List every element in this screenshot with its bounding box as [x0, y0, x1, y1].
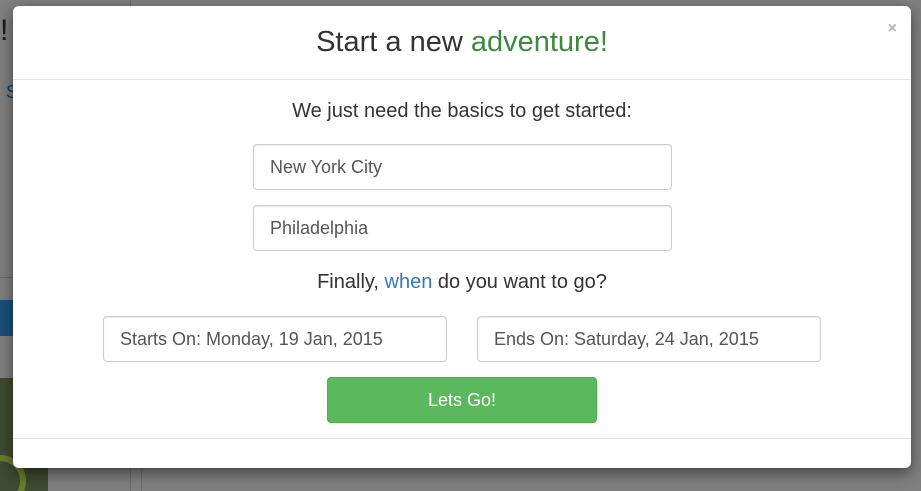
when-prompt-suffix: do you want to go?: [432, 271, 607, 293]
end-date-input[interactable]: [477, 316, 821, 362]
when-prompt-accent: when: [384, 271, 433, 293]
modal-subtitle: We just need the basics to get started:: [292, 100, 632, 122]
modal-title: Start a new adventure!: [13, 26, 911, 59]
destination-city-input[interactable]: [253, 205, 672, 251]
modal-title-accent: adventure!: [470, 26, 608, 58]
background-heading-fragment: !: [0, 14, 9, 47]
modal-title-prefix: Start a new: [316, 26, 471, 58]
origin-city-input[interactable]: [253, 144, 672, 190]
when-prompt: Finally, when do you want to go?: [13, 271, 911, 294]
new-adventure-modal: Start a new adventure! × We just need th…: [13, 6, 911, 468]
lets-go-button[interactable]: Lets Go!: [327, 377, 597, 423]
background-blue-bar: [0, 300, 14, 336]
modal-header: Start a new adventure! ×: [13, 6, 911, 80]
start-date-input[interactable]: [103, 316, 447, 362]
modal-footer: [13, 438, 911, 469]
when-prompt-prefix: Finally,: [317, 271, 385, 293]
close-icon[interactable]: ×: [888, 20, 897, 38]
background-divider-vertical: [141, 468, 142, 491]
